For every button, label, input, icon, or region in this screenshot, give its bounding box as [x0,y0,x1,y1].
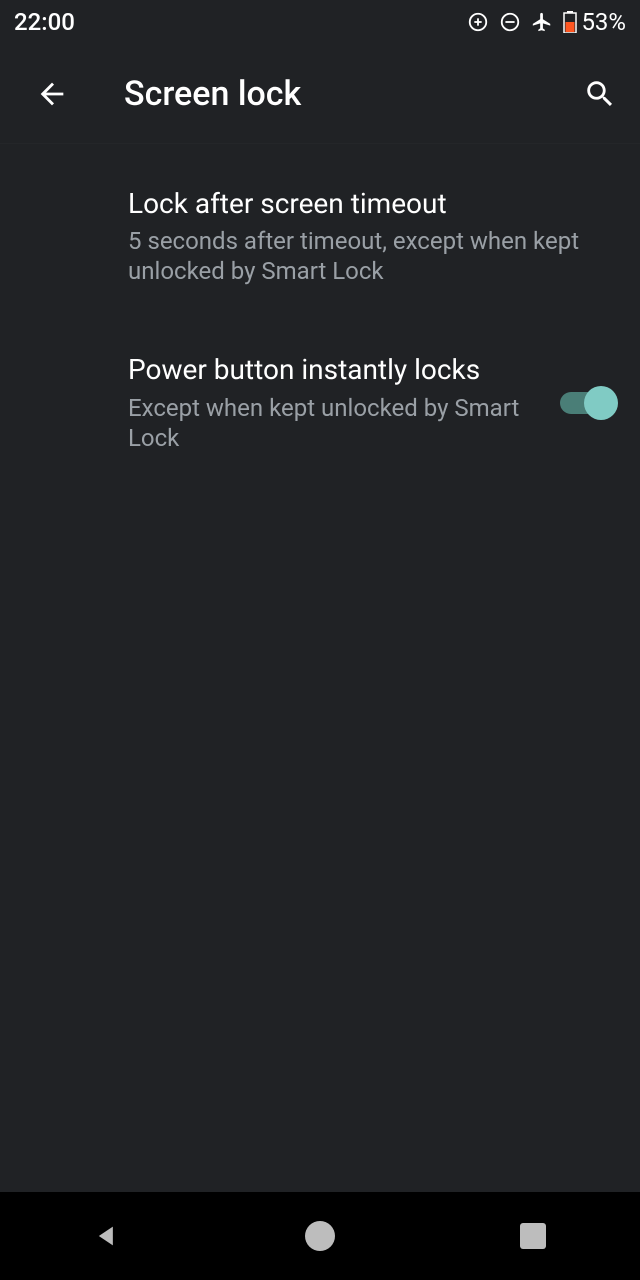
setting-text: Lock after screen timeout 5 seconds afte… [128,186,616,286]
status-time: 22:00 [14,8,75,36]
setting-title: Lock after screen timeout [128,186,600,222]
do-not-disturb-icon [499,11,521,33]
search-icon [583,77,617,111]
setting-subtitle: Except when kept unlocked by Smart Lock [128,393,544,453]
setting-power-button-locks[interactable]: Power button instantly locks Except when… [0,310,640,476]
battery-percent: 53% [581,8,626,36]
airplane-mode-icon [531,11,553,33]
nav-back-button[interactable] [47,1206,167,1266]
setting-subtitle: 5 seconds after timeout, except when kep… [128,226,600,286]
search-button[interactable] [576,70,624,118]
back-button[interactable] [28,70,76,118]
page-title: Screen lock [124,74,528,114]
battery-icon [563,11,577,33]
square-recents-icon [520,1223,546,1249]
arrow-back-icon [35,77,69,111]
setting-title: Power button instantly locks [128,352,544,388]
nav-recents-button[interactable] [473,1206,593,1266]
setting-lock-after-timeout[interactable]: Lock after screen timeout 5 seconds afte… [0,162,640,310]
data-saver-icon [467,11,489,33]
setting-text: Power button instantly locks Except when… [128,352,560,452]
app-bar: Screen lock [0,44,640,144]
status-icons: 53% [467,8,626,36]
navigation-bar [0,1192,640,1280]
settings-list: Lock after screen timeout 5 seconds afte… [0,144,640,477]
nav-home-button[interactable] [260,1206,380,1266]
circle-home-icon [305,1221,335,1251]
triangle-back-icon [93,1222,121,1250]
power-button-locks-toggle[interactable] [560,386,616,420]
switch-thumb [584,386,618,420]
status-bar: 22:00 53% [0,0,640,44]
battery-indicator: 53% [563,8,626,36]
